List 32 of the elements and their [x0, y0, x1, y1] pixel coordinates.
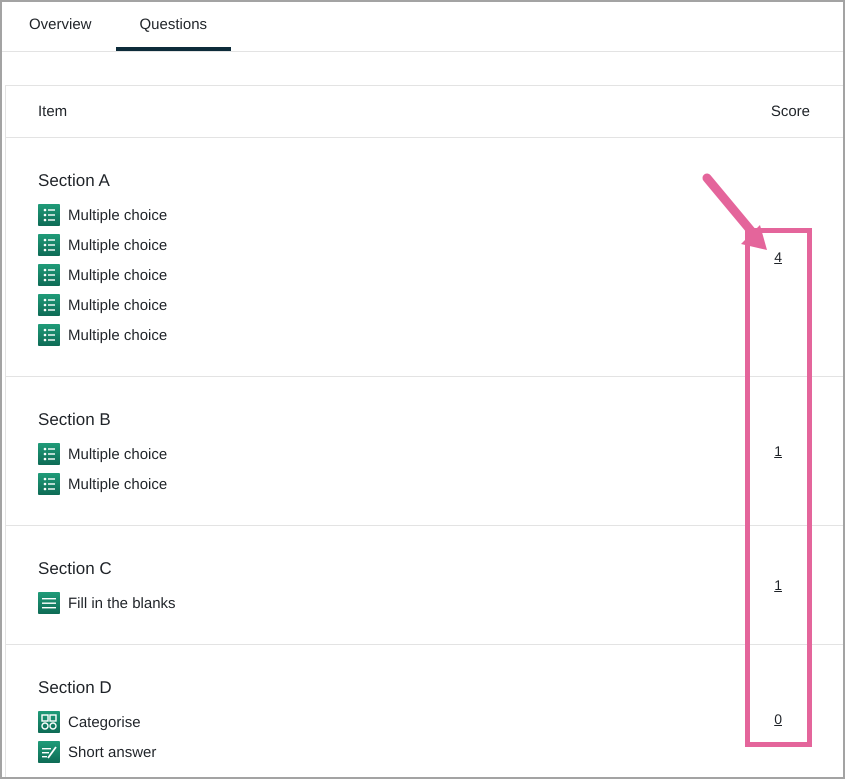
grid-icon [38, 711, 60, 733]
lines-icon [38, 592, 60, 614]
score-link[interactable]: 0 [774, 711, 782, 727]
question-type: Fill in the blanks [68, 594, 176, 612]
list-icon [38, 324, 60, 346]
section-title: Section D [38, 678, 113, 698]
question-type: Multiple choice [68, 296, 168, 314]
question-type: Multiple choice [68, 446, 168, 462]
list-icon [38, 443, 60, 465]
question-type: Categorise [68, 714, 141, 730]
column-header: Score [770, 103, 811, 120]
score-link[interactable]: 4 [774, 249, 782, 265]
question-type: Multiple choice [68, 326, 168, 344]
question-type: Multiple choice [68, 206, 168, 224]
section-title: Section A [38, 171, 111, 191]
tab[interactable]: Questions [116, 2, 232, 51]
list-icon [38, 234, 60, 256]
question-type: Multiple choice [68, 476, 168, 492]
list-icon [38, 294, 60, 316]
question-type: Short answer [68, 744, 156, 760]
score-link[interactable]: 1 [774, 577, 782, 593]
pen-lines-icon [38, 741, 60, 763]
question-type: Multiple choice [68, 266, 168, 284]
section-title: Section B [38, 410, 112, 430]
list-icon [38, 204, 60, 226]
column-header: Item [37, 103, 68, 120]
question-type: Multiple choice [68, 236, 168, 254]
score-link[interactable]: 1 [774, 443, 782, 459]
section-title: Section C [38, 559, 113, 579]
list-icon [38, 264, 60, 286]
tab[interactable]: Overview [5, 2, 116, 51]
list-icon [38, 473, 60, 495]
